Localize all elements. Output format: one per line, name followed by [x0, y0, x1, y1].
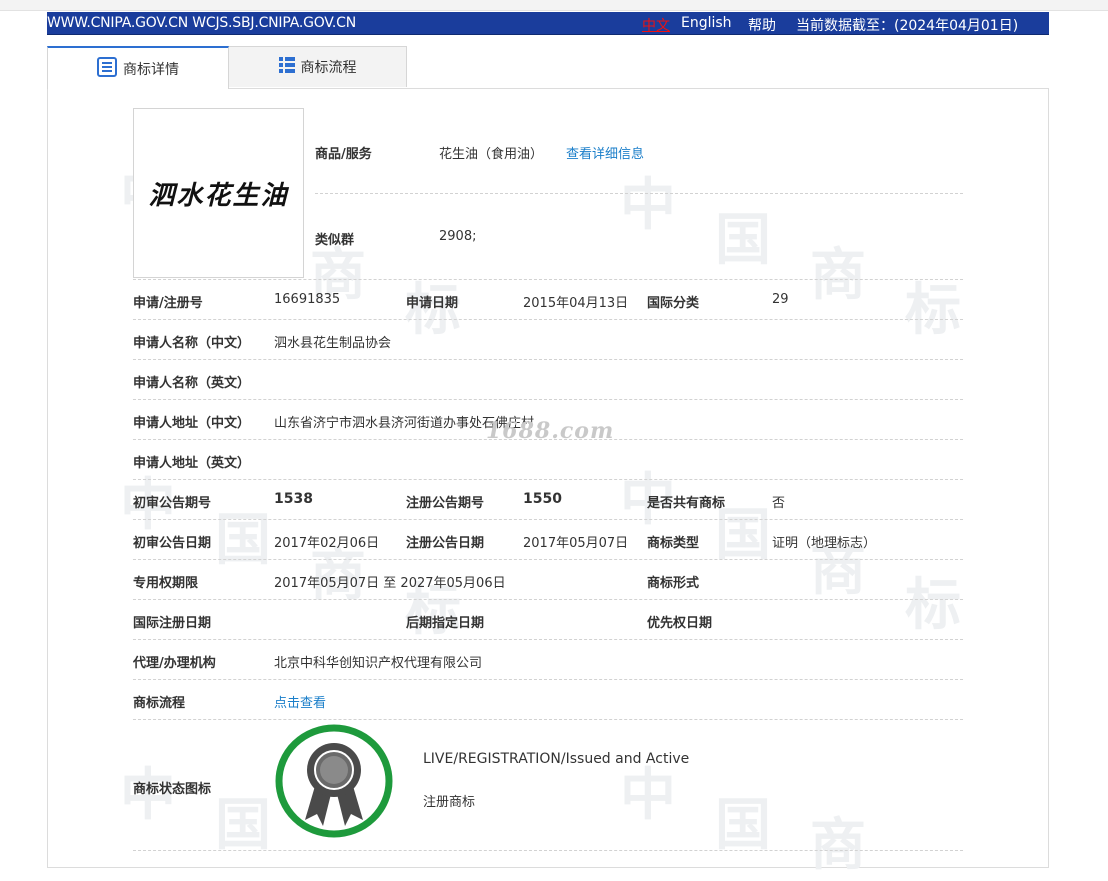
address-cn-label: 申请人地址（中文）	[133, 416, 251, 431]
mark-type-label: 商标类型	[647, 536, 700, 551]
later-designation-label: 后期指定日期	[406, 616, 485, 631]
exclusive-period-label: 专用权期限	[133, 576, 199, 591]
lang-english-link[interactable]: English	[681, 15, 732, 31]
goods-services-label: 商品/服务	[315, 147, 372, 162]
prelim-no-label: 初审公告期号	[133, 496, 212, 511]
similar-group-value: 2908;	[439, 229, 477, 244]
prelim-date-label: 初审公告日期	[133, 536, 212, 551]
site-watermark: 1688.com	[486, 418, 615, 444]
row-divider	[133, 279, 963, 280]
app-date-label: 申请日期	[406, 296, 459, 311]
row-divider	[133, 599, 963, 600]
mark-form-label: 商标形式	[647, 576, 700, 591]
similar-group-label: 类似群	[315, 233, 355, 248]
row-divider	[133, 399, 963, 400]
address-en-label: 申请人地址（英文）	[133, 456, 251, 471]
grid-list-icon	[278, 57, 295, 77]
row-divider	[133, 359, 963, 360]
lang-chinese-link[interactable]: 中文	[642, 15, 670, 35]
prelim-no-value: 1538	[274, 491, 313, 507]
reg-pub-no-label: 注册公告期号	[406, 496, 485, 511]
exclusive-period-value: 2017年05月07日 至 2027年05月06日	[274, 576, 506, 591]
reg-pub-no-value: 1550	[523, 491, 562, 507]
status-text-en: LIVE/REGISTRATION/Issued and Active	[423, 751, 690, 767]
tab-label: 商标详情	[123, 61, 179, 78]
registered-seal-icon	[275, 724, 393, 838]
mark-type-value: 证明（地理标志）	[772, 536, 877, 551]
data-as-of-text: 当前数据截至：(2024年04月01日)	[796, 18, 1019, 34]
row-divider	[315, 193, 963, 194]
goods-services-value: 花生油（食用油）	[439, 147, 544, 162]
tab-label: 商标流程	[300, 60, 357, 76]
applicant-en-label: 申请人名称（英文）	[133, 376, 251, 391]
app-date-value: 2015年04月13日	[523, 296, 629, 311]
row-divider	[133, 519, 963, 520]
agent-value: 北京中科华创知识产权代理有限公司	[274, 656, 483, 671]
status-text-cn: 注册商标	[423, 795, 476, 810]
intl-reg-date-label: 国际注册日期	[133, 616, 212, 631]
applicant-cn-value: 泗水县花生制品协会	[274, 336, 392, 351]
document-list-icon	[97, 56, 117, 81]
reg-no-value: 16691835	[274, 292, 341, 307]
view-details-link[interactable]: 查看详细信息	[566, 143, 644, 162]
shared-mark-value: 否	[772, 496, 786, 511]
trademark-image: 泗水花生油	[133, 108, 304, 278]
process-view-link[interactable]: 点击查看	[274, 692, 326, 711]
status-icon-label: 商标状态图标	[133, 782, 212, 797]
reg-pub-date-value: 2017年05月07日	[523, 536, 629, 551]
process-label: 商标流程	[133, 696, 186, 711]
trademark-image-text: 泗水花生油	[148, 180, 289, 211]
shared-mark-label: 是否共有商标	[647, 496, 726, 511]
row-divider	[133, 319, 963, 320]
priority-date-label: 优先权日期	[647, 616, 713, 631]
tab-trademark-details[interactable]: 商标详情	[47, 46, 229, 89]
applicant-cn-label: 申请人名称（中文）	[133, 336, 251, 351]
tab-trademark-process[interactable]: 商标流程	[228, 46, 407, 87]
row-divider	[133, 479, 963, 480]
row-divider	[133, 679, 963, 680]
reg-no-label: 申请/注册号	[133, 296, 203, 311]
help-link[interactable]: 帮助	[748, 15, 776, 35]
browser-top-strip	[0, 0, 1108, 11]
row-divider	[133, 719, 963, 720]
row-divider	[133, 639, 963, 640]
agent-label: 代理/办理机构	[133, 656, 216, 671]
site-header-bar: WWW.CNIPA.GOV.CN WCJS.SBJ.CNIPA.GOV.CN 中…	[47, 12, 1049, 35]
row-divider	[133, 559, 963, 560]
intl-class-value: 29	[772, 292, 789, 307]
site-domains: WWW.CNIPA.GOV.CN WCJS.SBJ.CNIPA.GOV.CN	[47, 15, 356, 31]
prelim-date-value: 2017年02月06日	[274, 536, 380, 551]
intl-class-label: 国际分类	[647, 296, 700, 311]
reg-pub-date-label: 注册公告日期	[406, 536, 485, 551]
tab-bar: 商标详情 商标流程	[47, 46, 407, 89]
row-divider	[133, 850, 963, 851]
